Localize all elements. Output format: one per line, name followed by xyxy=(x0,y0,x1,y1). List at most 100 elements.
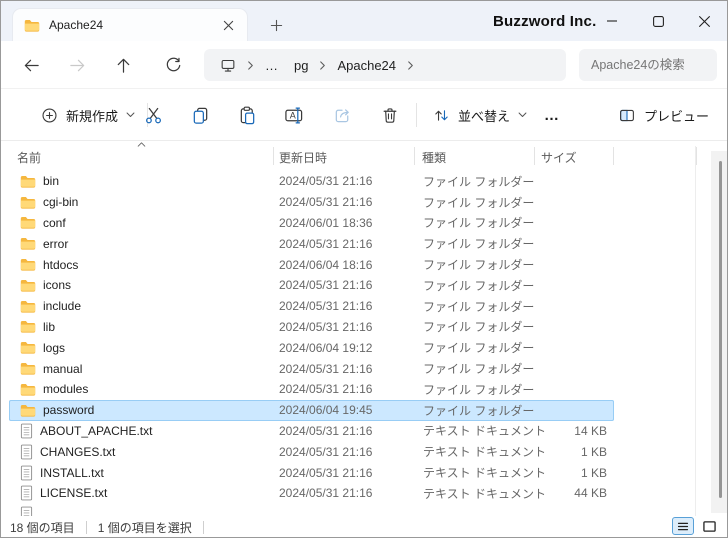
list-item[interactable]: bin 2024/05/31 21:16 ファイル フォルダー xyxy=(9,171,614,192)
list-item[interactable]: cgi-bin 2024/05/31 21:16 ファイル フォルダー xyxy=(9,192,614,213)
delete-button[interactable] xyxy=(371,99,409,131)
view-details-button[interactable] xyxy=(672,517,694,535)
search-box xyxy=(579,49,717,81)
forward-arrow-icon xyxy=(69,59,84,71)
minimize-button[interactable] xyxy=(589,1,635,41)
maximize-button[interactable] xyxy=(635,1,681,41)
column-divider[interactable] xyxy=(273,147,274,165)
up-button[interactable] xyxy=(107,49,139,81)
chevron-right-icon[interactable] xyxy=(316,60,329,71)
column-divider[interactable] xyxy=(696,147,697,165)
file-type: ファイル フォルダー xyxy=(423,216,535,231)
close-icon xyxy=(223,20,233,30)
column-divider[interactable] xyxy=(613,147,614,165)
file-type: ファイル フォルダー xyxy=(423,320,535,335)
back-arrow-icon xyxy=(24,59,39,71)
column-headers: 名前 更新日時 種類 サイズ xyxy=(1,145,712,169)
share-button[interactable] xyxy=(323,99,361,131)
list-item[interactable]: ABOUT_APACHE.txt 2024/05/31 21:16 テキスト ド… xyxy=(9,421,614,442)
status-bar: 18 個の項目 1 個の項目を選択 xyxy=(1,516,727,537)
share-icon xyxy=(335,108,349,122)
preview-label: プレビュー xyxy=(643,108,709,124)
folder-icon xyxy=(20,175,36,188)
forward-button[interactable] xyxy=(61,49,93,81)
list-item-partial[interactable] xyxy=(9,504,614,516)
chevron-right-icon[interactable] xyxy=(244,60,257,71)
tab-close-button[interactable] xyxy=(217,14,239,36)
paste-icon xyxy=(240,106,254,124)
close-button[interactable] xyxy=(681,1,727,41)
sort-button[interactable]: 並べ替え xyxy=(425,99,535,131)
list-item[interactable]: logs 2024/06/04 19:12 ファイル フォルダー xyxy=(9,337,614,358)
new-item-button[interactable]: 新規作成 xyxy=(33,99,143,131)
back-button[interactable] xyxy=(15,49,47,81)
column-header-type[interactable]: 種類 xyxy=(414,145,534,169)
scrollbar-thumb[interactable] xyxy=(719,161,722,498)
list-item[interactable]: htdocs 2024/06/04 18:16 ファイル フォルダー xyxy=(9,254,614,275)
file-name: ABOUT_APACHE.txt xyxy=(40,423,153,438)
vertical-scrollbar[interactable] xyxy=(711,151,727,513)
sort-ascending-icon xyxy=(137,142,146,147)
tab-apache24[interactable]: Apache24 xyxy=(12,8,248,41)
list-item[interactable]: icons 2024/05/31 21:16 ファイル フォルダー xyxy=(9,275,614,296)
list-item[interactable]: LICENSE.txt 2024/05/31 21:16 テキスト ドキュメント… xyxy=(9,483,614,504)
copy-button[interactable] xyxy=(181,99,219,131)
column-divider[interactable] xyxy=(414,147,415,165)
refresh-button[interactable] xyxy=(157,49,189,81)
file-size: 44 KB xyxy=(574,486,607,501)
file-date-modified: 2024/06/01 18:36 xyxy=(279,215,373,230)
column-header-date-modified[interactable]: 更新日時 xyxy=(273,145,414,169)
breadcrumb-item-apache24[interactable]: Apache24 xyxy=(329,55,404,76)
status-divider xyxy=(202,520,204,534)
file-name: logs xyxy=(43,340,66,355)
breadcrumb-overflow[interactable]: … xyxy=(257,55,286,76)
view-details-icon xyxy=(677,522,689,530)
file-date-modified: 2024/05/31 21:16 xyxy=(279,382,373,397)
close-icon xyxy=(698,15,710,27)
folder-icon xyxy=(20,362,36,375)
text-file-icon xyxy=(20,465,33,481)
breadcrumb-this-pc[interactable] xyxy=(212,55,244,76)
column-divider[interactable] xyxy=(534,147,535,165)
file-date-modified: 2024/05/31 21:16 xyxy=(279,319,373,334)
text-file-icon xyxy=(20,485,33,501)
preview-icon xyxy=(620,109,634,121)
paste-button[interactable] xyxy=(228,99,266,131)
preview-button[interactable]: プレビュー xyxy=(612,99,715,131)
text-file-icon xyxy=(20,444,33,460)
search-input[interactable] xyxy=(579,49,717,81)
list-item[interactable]: manual 2024/05/31 21:16 ファイル フォルダー xyxy=(9,358,614,379)
column-header-size[interactable]: サイズ xyxy=(534,145,613,169)
file-type: ファイル フォルダー xyxy=(423,341,535,356)
chevron-right-icon[interactable] xyxy=(404,60,417,71)
new-tab-button[interactable] xyxy=(263,12,289,38)
column-header-name[interactable]: 名前 xyxy=(9,145,273,169)
text-file-icon xyxy=(20,423,33,439)
folder-icon xyxy=(20,320,36,334)
folder-icon xyxy=(20,279,36,292)
cut-button[interactable] xyxy=(134,99,172,131)
folder-icon xyxy=(20,383,36,396)
list-item[interactable]: password 2024/06/04 19:45 ファイル フォルダー xyxy=(9,399,614,421)
list-item[interactable]: CHANGES.txt 2024/05/31 21:16 テキスト ドキュメント… xyxy=(9,441,614,462)
list-item[interactable]: INSTALL.txt 2024/05/31 21:16 テキスト ドキュメント… xyxy=(9,462,614,483)
rename-button[interactable]: A xyxy=(275,99,313,131)
file-name: bin xyxy=(43,174,60,189)
column-header-spacer xyxy=(613,145,696,169)
list-item[interactable]: conf 2024/06/01 18:36 ファイル フォルダー xyxy=(9,213,614,234)
toolbar-divider xyxy=(416,103,417,127)
window-controls xyxy=(589,1,727,41)
list-item[interactable]: modules 2024/05/31 21:16 ファイル フォルダー xyxy=(9,379,614,400)
view-large-icons-button[interactable] xyxy=(698,517,720,535)
folder-icon xyxy=(20,258,36,271)
list-item[interactable]: lib 2024/05/31 21:16 ファイル フォルダー xyxy=(9,317,614,338)
file-date-modified: 2024/05/31 21:16 xyxy=(279,174,373,189)
file-type: ファイル フォルダー xyxy=(423,382,535,397)
list-item[interactable]: include 2024/05/31 21:16 ファイル フォルダー xyxy=(9,296,614,317)
file-name: lib xyxy=(43,319,56,334)
file-name: CHANGES.txt xyxy=(40,444,116,459)
list-item[interactable]: error 2024/05/31 21:16 ファイル フォルダー xyxy=(9,233,614,254)
file-type: ファイル フォルダー xyxy=(423,237,535,252)
more-options-button[interactable]: … xyxy=(537,99,567,131)
breadcrumb-item-pg[interactable]: pg xyxy=(286,55,316,76)
